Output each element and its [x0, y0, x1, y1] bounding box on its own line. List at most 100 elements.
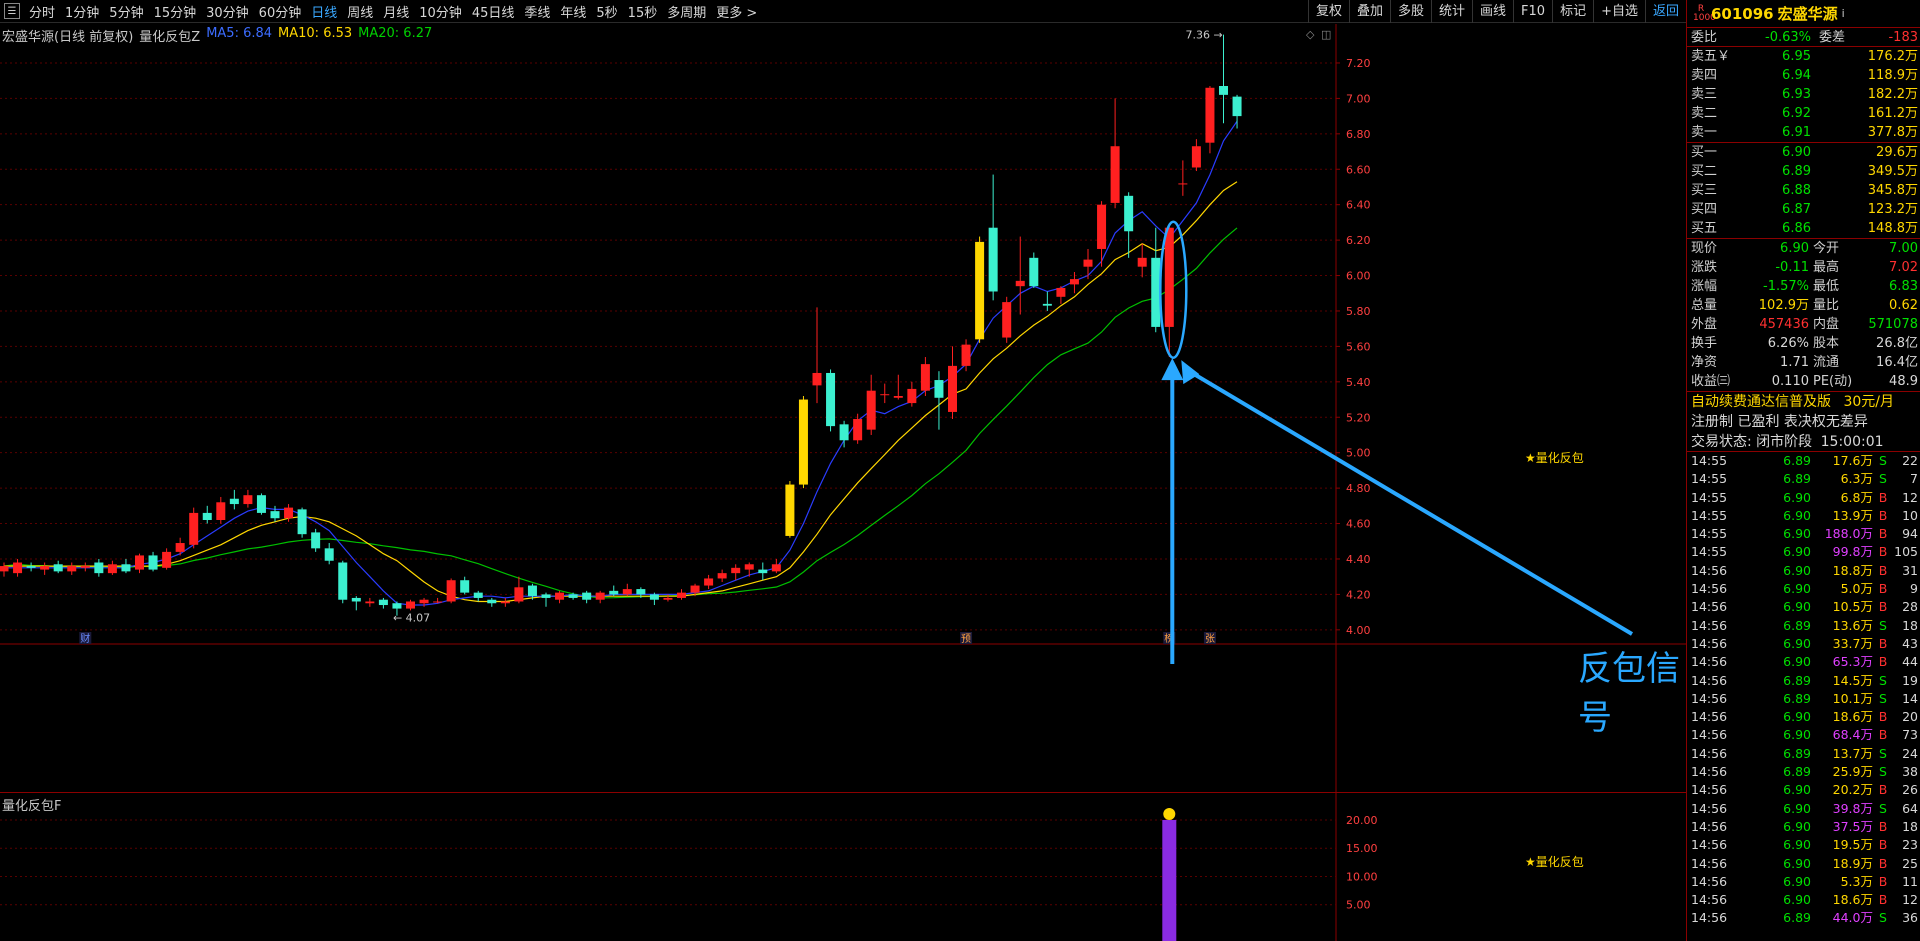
ma10-value: MA10: 6.53 [278, 26, 353, 41]
candle-body [663, 597, 673, 600]
tab-period[interactable]: 30分钟 [201, 2, 254, 21]
candle-body [162, 551, 172, 568]
trade-side: S [1879, 910, 1887, 926]
tab-period[interactable]: 更多 > [711, 2, 762, 21]
promo-banner[interactable]: 自动续费通达信普及版 30元/月 [1687, 392, 1920, 412]
tool-button[interactable]: 标记 [1552, 0, 1593, 23]
candle-body [690, 585, 700, 593]
tool-button[interactable]: F10 [1513, 0, 1552, 23]
diamond-icon: ◇ [1306, 28, 1315, 41]
candle-body [609, 590, 619, 595]
book-volume: 377.8万 [1867, 125, 1918, 140]
tab-period[interactable]: 周线 [342, 2, 378, 21]
sub-indicator-chart[interactable]: 5.00 10.00 15.00 20.00 量化反包F ★量化反包 [0, 792, 1686, 941]
arrow-head [1161, 358, 1184, 381]
tab-period[interactable]: 月线 [378, 2, 414, 21]
tab-period[interactable]: 年线 [555, 2, 591, 21]
trade-ticks[interactable]: 14:55 6.89 17.6万 S 22 14:55 6.89 6.3万 S 7 14:55 6.9… [1687, 452, 1920, 928]
kline-chart[interactable]: 4.00 4.20 4.40 4.60 4.80 5.00 5.20 5.40 5.60 5.80… [0, 24, 1686, 792]
trade-time: 14:55 [1691, 471, 1728, 487]
info-cell: 6.26% [1767, 336, 1809, 351]
info-icon[interactable]: i [1842, 7, 1845, 20]
trade-count: 31 [1902, 562, 1918, 578]
tab-period[interactable]: 10分钟 [414, 2, 467, 21]
info-cell: 48.9 [1889, 374, 1918, 389]
trade-row: 14:56 6.89 44.0万 S 36 [1687, 909, 1920, 927]
trade-time: 14:56 [1691, 837, 1728, 853]
candle-body [1151, 257, 1161, 327]
kline-svg[interactable]: 4.00 4.20 4.40 4.60 4.80 5.00 5.20 5.40 5.60 5.80… [0, 24, 1686, 792]
trade-price: 6.90 [1783, 507, 1811, 523]
candle-body [649, 594, 659, 600]
candle-body [365, 601, 375, 604]
trade-time: 14:56 [1691, 635, 1728, 651]
event-marker: 财 [80, 632, 90, 645]
tab-period[interactable]: 5秒 [591, 2, 622, 21]
candle-body [80, 566, 90, 568]
tab-period[interactable]: 60分钟 [254, 2, 307, 21]
info-cell: 1.71 [1780, 355, 1809, 370]
info-cell: 6.90 [1780, 241, 1809, 256]
candle-body [880, 394, 890, 396]
candle-body [568, 594, 578, 598]
stock-name[interactable]: 宏盛华源 [1778, 3, 1838, 24]
trade-price: 6.90 [1783, 818, 1811, 834]
indicator-name[interactable]: 量化反包Z [139, 26, 200, 45]
low-label: ← 4.07 [393, 611, 430, 624]
trade-volume: 20.2万 [1832, 782, 1873, 798]
y-tick-label: 6.00 [1346, 270, 1371, 283]
tab-period[interactable]: 分时 [24, 2, 60, 21]
trade-row: 14:55 6.90 13.9万 B 10 [1687, 507, 1920, 525]
candle-body [229, 498, 239, 505]
tab-period[interactable]: 日线 [306, 2, 342, 21]
chart-legend: 宏盛华源(日线 前复权) 量化反包Z MA5: 6.84 MA10: 6.53 … [2, 26, 432, 45]
candle-body [636, 589, 646, 595]
book-volume: 349.5万 [1867, 164, 1918, 179]
tab-period[interactable]: 15分钟 [149, 2, 202, 21]
trade-time: 14:56 [1691, 782, 1728, 798]
tab-period[interactable]: 15秒 [623, 2, 663, 21]
candle-body [1219, 86, 1228, 95]
ask-book: 卖五￥ 6.95 176.2万 卖四 6.94 118.9万 卖三 6.93 182.2万 卖二 6… [1687, 47, 1920, 143]
book-row: 买一 6.90 29.6万 [1687, 143, 1920, 162]
candle-body [907, 388, 917, 404]
candle-body [731, 567, 741, 574]
tool-button[interactable]: 画线 [1472, 0, 1513, 23]
trade-time: 14:56 [1691, 892, 1728, 908]
trade-count: 64 [1902, 800, 1918, 816]
candle-body [148, 555, 158, 570]
sub-signal-label: ★量化反包 [1525, 855, 1584, 869]
candle-body [460, 580, 470, 593]
tab-period[interactable]: 45日线 [467, 2, 520, 21]
tool-button[interactable]: 返回 [1644, 0, 1686, 23]
info-cell: 涨跌 [1691, 260, 1718, 275]
trade-side: B [1878, 892, 1888, 908]
tab-period[interactable]: 5分钟 [104, 2, 148, 21]
sub-indicator-svg[interactable]: 5.00 10.00 15.00 20.00 [0, 793, 1686, 941]
tab-period[interactable]: 1分钟 [60, 2, 104, 21]
annotation-text: 反包信号 [1578, 649, 1680, 738]
candle-body [26, 566, 36, 568]
trade-volume: 188.0万 [1824, 526, 1873, 542]
tool-button[interactable]: +自选 [1593, 0, 1645, 23]
tool-button[interactable]: 多股 [1389, 0, 1431, 23]
trade-side: S [1879, 764, 1887, 780]
menu-icon[interactable]: ☰ [4, 3, 20, 19]
info-cell: -0.11 [1775, 260, 1809, 275]
book-volume: 29.6万 [1876, 145, 1918, 160]
tab-period[interactable]: 多周期 [662, 2, 711, 21]
info-cell: 7.02 [1889, 260, 1918, 275]
period-tabs: 分时 1分钟 5分钟 15分钟 30分钟 60分钟 日线 周线 月线 10分钟 45日线 季线 年线 5秒… [24, 2, 762, 21]
arrow-head [1181, 360, 1200, 385]
tool-button[interactable]: 叠加 [1348, 0, 1390, 23]
tool-button[interactable]: 统计 [1431, 0, 1472, 23]
candle-body [297, 509, 307, 535]
sub-indicator-name[interactable]: 量化反包F [2, 795, 61, 814]
tab-period[interactable]: 季线 [519, 2, 555, 21]
info-cell: PE(动) [1813, 374, 1853, 389]
book-price: 6.94 [1782, 68, 1811, 83]
trade-time: 14:56 [1691, 654, 1728, 670]
candle-body [1124, 195, 1134, 232]
candle-body [826, 372, 836, 427]
tool-button[interactable]: 复权 [1307, 0, 1349, 23]
